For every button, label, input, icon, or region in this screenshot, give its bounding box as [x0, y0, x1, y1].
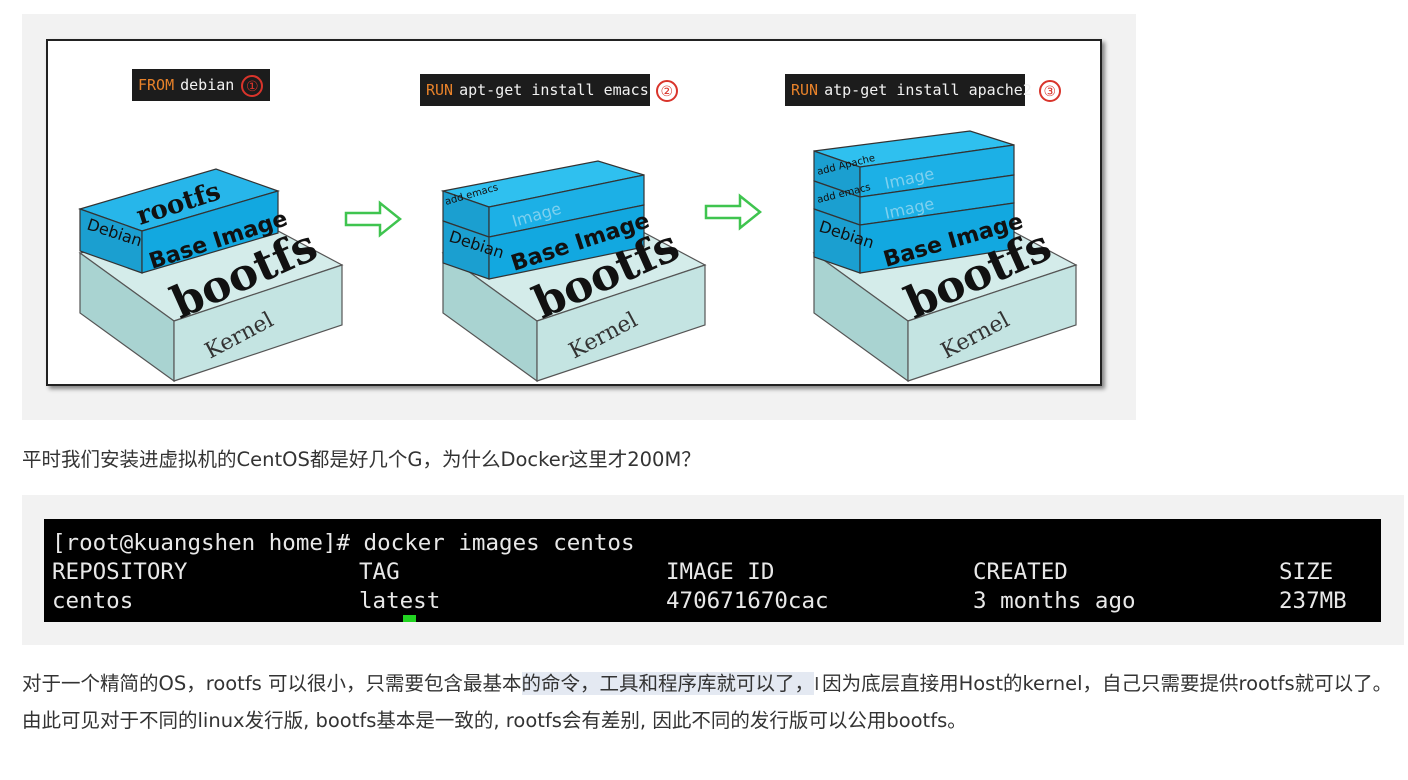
header-tag: TAG [359, 559, 400, 585]
explanation-part1: 对于一个精简的OS，rootfs 可以很小，只需要包含最基本 [22, 672, 522, 695]
text-cursor-icon: I [814, 674, 820, 695]
stage3-stack: Kernel bootfs Base Image Debian Image ad… [813, 130, 1077, 382]
terminal-command-line: [root@kuangshen home]# docker images cen… [52, 530, 635, 556]
header-size: SIZE [1279, 559, 1334, 585]
docker-layers-diagram: FROM debian ① RUN apt-get install emacs ② RU… [46, 39, 1102, 386]
terminal-cursor [403, 615, 416, 622]
arrow-2-icon [704, 193, 763, 231]
terminal-container: [root@kuangshen home]# docker images cen… [22, 495, 1404, 645]
explanation-highlight: 的命令，工具和程序库就可以了， [521, 672, 815, 695]
cell-tag: latest [359, 588, 441, 614]
cell-size: 237MB [1279, 588, 1347, 614]
terminal-header-row: REPOSITORY TAG IMAGE ID CREATED SIZE [44, 558, 1381, 587]
header-image-id: IMAGE ID [666, 559, 775, 585]
terminal-screenshot: [root@kuangshen home]# docker images cen… [44, 519, 1381, 622]
explanation-paragraph: 对于一个精简的OS，rootfs 可以很小，只需要包含最基本的命令，工具和程序库… [22, 666, 1406, 739]
stage1-stack: Kernel bootfs Base Image Debian rootfs [78, 168, 343, 382]
layers-svg: Kernel bootfs Base Image Debian rootfs K… [78, 130, 1077, 382]
arrow-1-icon [344, 200, 403, 238]
terminal-data-row: centos latest 470671670cac 3 months ago … [44, 587, 1381, 616]
cell-repository: centos [52, 588, 134, 614]
question-paragraph: 平时我们安装进虚拟机的CentOS都是好几个G，为什么Docker这里才200M… [22, 448, 701, 471]
figure-container: FROM debian ① RUN apt-get install emacs ② RU… [22, 14, 1136, 420]
header-created: CREATED [973, 559, 1068, 585]
header-repository: REPOSITORY [52, 559, 188, 585]
stage2-stack: Kernel bootfs Base Image Debian Image ad… [440, 160, 706, 382]
cell-created: 3 months ago [973, 588, 1136, 614]
cell-image-id: 470671670cac [666, 588, 829, 614]
